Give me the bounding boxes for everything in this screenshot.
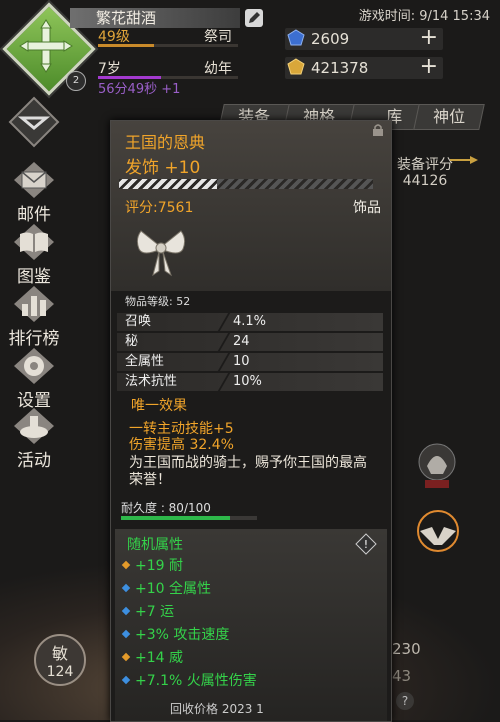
unique-effect-title: 唯一效果 bbox=[131, 398, 187, 414]
random-attributes-title: 随机属性 bbox=[127, 537, 183, 553]
stat-key: 秘 bbox=[125, 334, 139, 349]
warning-icon[interactable]: ! bbox=[355, 533, 377, 555]
stat-row: 法术抗性 10% bbox=[117, 373, 383, 391]
nav-activity[interactable]: 活动 bbox=[6, 406, 62, 471]
blue-gem-value: 2609 bbox=[311, 30, 350, 48]
stat-row: 秘 24 bbox=[117, 333, 383, 351]
gold-gem-icon bbox=[287, 58, 305, 75]
helmet-emblem-icon[interactable] bbox=[415, 440, 459, 490]
item-type: 饰品 bbox=[353, 200, 381, 216]
agility-stat[interactable]: 敏 124 bbox=[34, 634, 86, 686]
nav-top-diamond[interactable] bbox=[6, 94, 62, 154]
ranking-icon bbox=[14, 286, 54, 322]
add-blue-gem-button[interactable]: + bbox=[420, 25, 438, 50]
random-attributes: 随机属性 ! +19 耐 +10 全属性 +7 运 +3% 攻击速度 +14 威… bbox=[115, 529, 387, 721]
player-name: 繁花甜酒 bbox=[70, 8, 240, 28]
stat-value: 10 bbox=[233, 354, 250, 369]
random-stat: +14 威 bbox=[121, 647, 183, 667]
winged-emblem-icon[interactable] bbox=[412, 505, 464, 557]
blue-gem-icon bbox=[287, 29, 305, 46]
stat-value: 24 bbox=[233, 334, 250, 349]
gold-gem-value: 421378 bbox=[311, 59, 369, 77]
side-value-2: 43 bbox=[392, 667, 412, 685]
nav-codex[interactable]: 图鉴 bbox=[6, 222, 62, 287]
book-icon bbox=[14, 224, 54, 260]
bow-hair-ornament-icon bbox=[136, 230, 186, 277]
player-level: 49级 bbox=[98, 29, 130, 45]
avatar-level-badge: 2 bbox=[66, 71, 86, 91]
random-stat: +7 运 bbox=[121, 601, 174, 621]
help-icon[interactable]: ? bbox=[396, 692, 414, 710]
mail-icon bbox=[14, 162, 54, 198]
equip-score-value: 44126 bbox=[402, 173, 448, 189]
exp-bar bbox=[98, 44, 238, 47]
edit-icon[interactable] bbox=[243, 7, 265, 29]
player-stage: 幼年 bbox=[204, 61, 232, 77]
stat-value: 10% bbox=[233, 374, 262, 389]
stat-row: 召唤 4.1% bbox=[117, 313, 383, 331]
player-class: 祭司 bbox=[204, 29, 232, 45]
svg-text:!: ! bbox=[364, 538, 368, 551]
enhance-progress-empty bbox=[217, 179, 373, 189]
player-age: 7岁 bbox=[98, 61, 121, 77]
unique-effect-line: 伤害提高 32.4% bbox=[129, 437, 234, 453]
durability-bar bbox=[121, 516, 257, 520]
recycle-price: 回收价格 2023 1 bbox=[170, 702, 264, 716]
item-enhance: 发饰 +10 bbox=[125, 158, 201, 178]
stat-key: 法术抗性 bbox=[125, 374, 178, 389]
tab-god-rank[interactable]: 神位 bbox=[413, 104, 485, 130]
stat-row: 全属性 10 bbox=[117, 353, 383, 371]
item-score: 评分:7561 bbox=[125, 200, 194, 216]
gear-icon bbox=[14, 348, 54, 384]
durability-fill bbox=[121, 516, 230, 520]
diamond-menu-icon bbox=[8, 96, 60, 148]
add-gold-gem-button[interactable]: + bbox=[420, 54, 438, 79]
arrow-right-icon bbox=[450, 156, 478, 164]
item-flavor-text: 为王国而战的骑士，赐予你王国的最高荣誉！ bbox=[129, 455, 367, 488]
enhance-progress-filled bbox=[119, 179, 217, 189]
stat-value: 4.1% bbox=[233, 314, 267, 329]
random-stat: +3% 攻击速度 bbox=[121, 624, 229, 644]
random-stat: +10 全属性 bbox=[121, 578, 211, 598]
game-time: 游戏时间: 9/14 15:34 bbox=[358, 9, 490, 24]
side-value-1: 230 bbox=[392, 640, 421, 658]
stat-key: 召唤 bbox=[125, 314, 152, 329]
random-stat: +7.1% 火属性伤害 bbox=[121, 670, 257, 690]
nav-settings[interactable]: 设置 bbox=[6, 346, 62, 411]
durability-label: 耐久度 : 80/100 bbox=[121, 501, 211, 515]
random-stat: +19 耐 bbox=[121, 555, 183, 575]
item-name: 王国的恩典 bbox=[125, 133, 206, 152]
activity-icon bbox=[14, 408, 54, 444]
item-tooltip: 王国的恩典 发饰 +10 评分:7561 饰品 物品等级: 52 召唤 4.1%… bbox=[110, 120, 392, 722]
agility-value: 124 bbox=[46, 664, 74, 680]
nav-activity-label: 活动 bbox=[17, 451, 51, 471]
growth-timer: 56分49秒 +1 bbox=[98, 82, 181, 97]
item-level: 物品等级: 52 bbox=[125, 295, 191, 308]
nav-ranking[interactable]: 排行榜 bbox=[6, 284, 62, 349]
lock-icon[interactable] bbox=[371, 123, 385, 137]
stat-key: 全属性 bbox=[125, 354, 165, 369]
agility-label: 敏 bbox=[51, 644, 68, 663]
currency-gold: 421378 + bbox=[285, 54, 443, 79]
currency-blue: 2609 + bbox=[285, 25, 443, 50]
nav-mail[interactable]: 邮件 bbox=[6, 160, 62, 225]
